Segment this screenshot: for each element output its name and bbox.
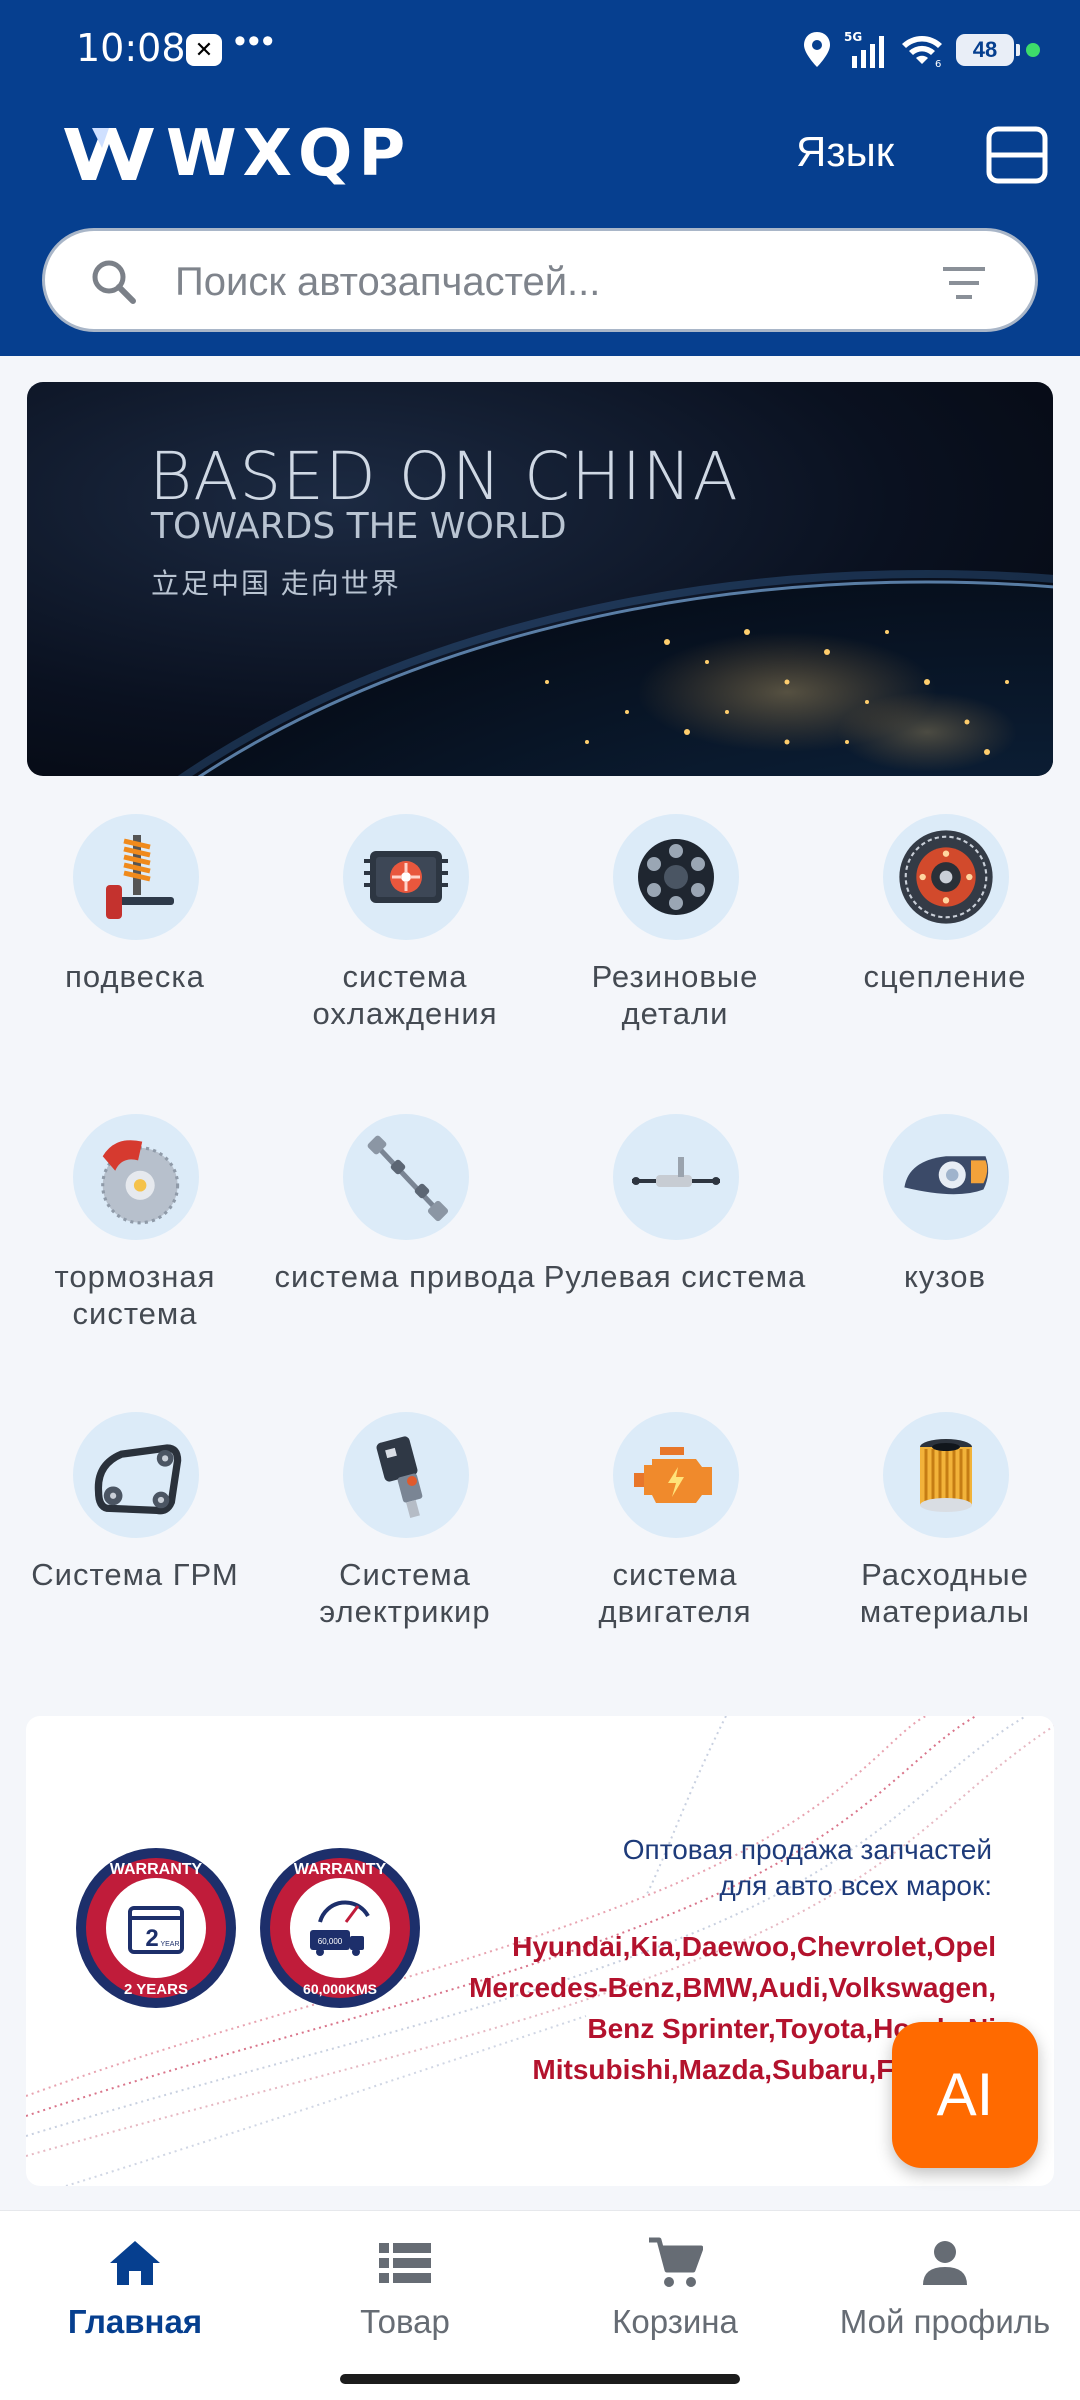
status-bar: 10:08 ✕ ••• 5G 6 48 <box>0 22 1080 74</box>
badge1-bottom-text: 2 YEARS <box>124 1981 188 1998</box>
clutch-icon <box>899 830 993 924</box>
app-header: 10:08 ✕ ••• 5G 6 48 WXQP Язык <box>0 0 1080 356</box>
status-time: 10:08 <box>76 26 186 70</box>
category-label: тормозная система <box>54 1259 216 1331</box>
signal-icon: 5G <box>844 30 884 68</box>
category-label: Система ГРМ <box>31 1557 239 1592</box>
menu-icon[interactable] <box>986 126 1048 184</box>
search-bar[interactable] <box>42 228 1038 332</box>
timing-belt-icon <box>94 1444 182 1515</box>
nav-tab-cart[interactable]: Корзина <box>540 2233 810 2341</box>
bottom-navigation: Главная Товар Корзина Мой профиль <box>0 2210 1080 2400</box>
engine-icon <box>634 1447 712 1503</box>
banner-subheadline: TOWARDS THE WORLD <box>151 506 567 547</box>
brands-line2: Mercedes-Benz,BMW,Audi,Volkswagen, <box>469 1972 996 2003</box>
privacy-indicator-dot <box>1026 43 1040 57</box>
nav-tab-profile[interactable]: Мой профиль <box>810 2233 1080 2341</box>
drive-shaft-icon <box>367 1135 449 1222</box>
promo-title-line1: Оптовая продажа запчастей <box>622 1834 992 1865</box>
badge2-top-text: WARRANTY <box>294 1861 387 1878</box>
list-icon <box>379 2243 431 2283</box>
category-label: кузов <box>904 1259 986 1294</box>
nav-label-profile: Мой профиль <box>839 2303 1051 2340</box>
brand-name: WXQP <box>166 117 412 191</box>
badge1-unit: YEAR <box>160 1941 179 1948</box>
category-label: Рулевая система <box>543 1259 807 1294</box>
category-label: Резиновые детали <box>591 959 759 1031</box>
nav-label-products: Товар <box>360 2303 450 2340</box>
hero-banner[interactable]: BASED ON CHINA TOWARDS THE WORLD 立足中国 走向… <box>27 382 1053 776</box>
status-icons: 5G 6 48 <box>802 30 1040 70</box>
search-input[interactable] <box>175 253 935 311</box>
wifi-icon: 6 <box>902 36 942 68</box>
nav-label-home: Главная <box>67 2303 203 2340</box>
location-icon <box>804 32 830 67</box>
cart-icon <box>649 2237 703 2287</box>
oil-filter-icon <box>920 1439 972 1512</box>
language-button[interactable]: Язык <box>796 128 894 176</box>
radiator-icon <box>364 851 448 903</box>
category-label: система двигателя <box>598 1557 752 1629</box>
category-label: система привода <box>274 1259 536 1294</box>
category-label: Система электрикир <box>319 1557 491 1629</box>
nav-tab-products[interactable]: Товар <box>270 2233 540 2341</box>
promo-title: Оптовая продажа запчастей для авто всех … <box>472 1832 992 1904</box>
category-label: подвеска <box>65 959 205 994</box>
badge2-value: 60,000 <box>318 1937 343 1946</box>
home-icon <box>110 2241 160 2285</box>
suspension-icon <box>106 835 174 919</box>
ignition-coil-icon <box>376 1436 423 1519</box>
more-notifications-icon: ••• <box>234 22 276 60</box>
wxqp-logo-icon <box>64 128 154 180</box>
warranty-2-years-badge: WARRANTY 2 YEAR 2 YEARS <box>76 1848 236 2008</box>
badge2-bottom-text: 60,000KMS <box>303 1981 377 1997</box>
headlight-icon <box>904 1156 989 1195</box>
category-label: сцепление <box>863 959 1027 994</box>
brand-logo: WXQP <box>62 117 411 191</box>
badge1-top-text: WARRANTY <box>110 1861 203 1878</box>
nav-tab-home[interactable]: Главная <box>0 2233 270 2341</box>
badge1-value: 2 <box>145 1925 158 1952</box>
battery-icon: 48 <box>956 34 1020 66</box>
brake-icon <box>101 1140 180 1225</box>
banner-headline: BASED ON CHINA <box>149 438 739 515</box>
category-label: Расходные материалы <box>859 1557 1031 1629</box>
banner-chinese-caption: 立足中国 走向世界 <box>151 568 401 599</box>
rubber-coupling-icon <box>638 839 714 915</box>
steering-rack-icon <box>632 1157 720 1187</box>
svg-text:5G: 5G <box>844 30 862 44</box>
search-icon <box>92 260 136 304</box>
svg-text:6: 6 <box>935 59 941 68</box>
gesture-home-bar[interactable] <box>340 2374 740 2384</box>
brands-line1: Hyundai,Kia,Daewoo,Chevrolet,Opel <box>512 1931 996 1962</box>
filter-icon[interactable] <box>941 265 987 301</box>
profile-icon <box>923 2241 967 2285</box>
category-label: система охлаждения <box>312 959 498 1031</box>
nav-label-cart: Корзина <box>612 2303 738 2340</box>
ai-assistant-button[interactable]: AI <box>892 2022 1038 2168</box>
capcut-icon: ✕ <box>186 34 222 66</box>
promo-title-line2: для авто всех марок: <box>719 1870 992 1901</box>
